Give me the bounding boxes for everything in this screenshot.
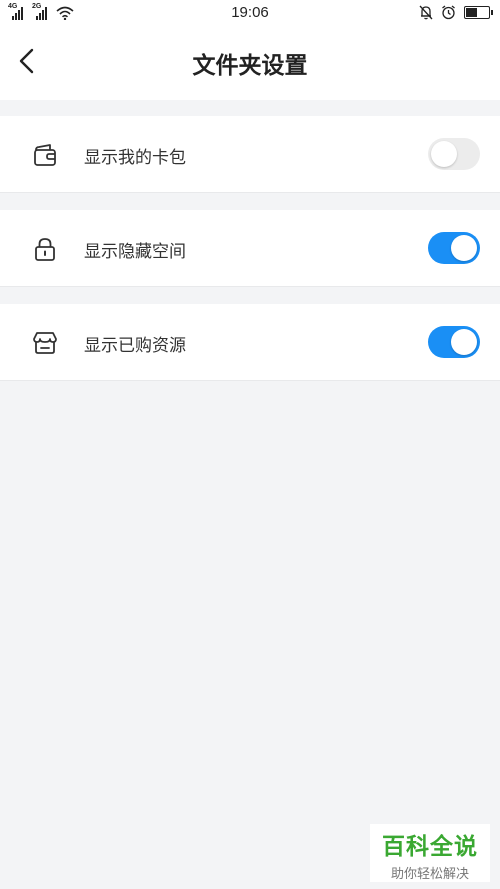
- setting-label: 显示已购资源: [84, 336, 186, 356]
- watermark-subtitle: 助你轻松解决: [390, 867, 469, 882]
- setting-row-wallet[interactable]: 显示我的卡包: [0, 116, 500, 193]
- setting-label: 显示我的卡包: [84, 148, 186, 168]
- header: 文件夹设置: [0, 28, 500, 100]
- alarm-clock-icon: [442, 5, 455, 20]
- status-bar: 4G 2G 19:06: [0, 0, 500, 28]
- watermark-logo: 百科全说 助你轻松解决: [370, 824, 490, 882]
- setting-row-hidden-space[interactable]: 显示隐藏空间: [0, 210, 500, 287]
- hidden-space-toggle[interactable]: [428, 232, 480, 264]
- battery-icon: [464, 6, 493, 19]
- wallet-toggle[interactable]: [428, 138, 480, 170]
- store-icon: [33, 332, 57, 354]
- lock-icon: [35, 238, 55, 261]
- purchased-toggle[interactable]: [428, 326, 480, 358]
- wallet-icon: [34, 144, 56, 166]
- setting-label: 显示隐藏空间: [84, 242, 186, 262]
- status-right-icons: [419, 5, 493, 20]
- page-title: 文件夹设置: [192, 53, 308, 79]
- watermark-title: 百科全说: [382, 834, 478, 860]
- setting-row-purchased[interactable]: 显示已购资源: [0, 304, 500, 381]
- mute-bell-icon: [419, 5, 433, 20]
